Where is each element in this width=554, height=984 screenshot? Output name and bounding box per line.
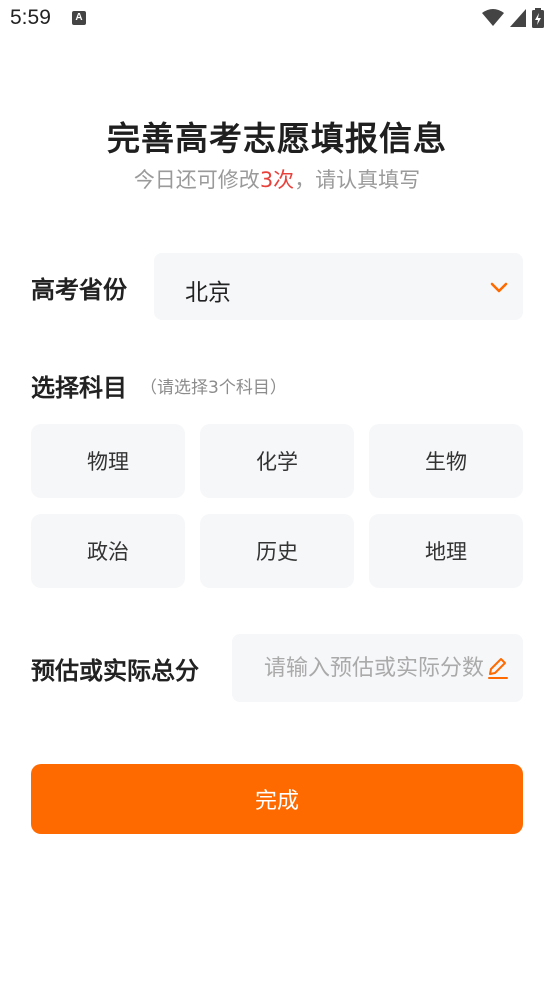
score-field	[232, 634, 523, 702]
page-subtitle: 今日还可修改3次，请认真填写	[0, 164, 554, 194]
subject-hint: （请选择3个科目）	[140, 378, 287, 398]
subject-label: 选择科目	[31, 374, 127, 402]
wifi-icon	[482, 9, 504, 26]
subject-biology-button[interactable]: 生物	[369, 424, 523, 498]
status-time: 5:59	[10, 6, 51, 29]
province-value: 北京	[185, 280, 231, 306]
chevron-down-icon	[490, 282, 508, 293]
signal-icon	[510, 9, 526, 27]
subject-history-button[interactable]: 历史	[200, 514, 354, 588]
province-label: 高考省份	[31, 276, 127, 304]
subject-physics-button[interactable]: 物理	[31, 424, 185, 498]
status-bar: 5:59 A	[0, 0, 554, 38]
subtitle-suffix: ，请认真填写	[294, 168, 421, 192]
subtitle-prefix: 今日还可修改	[133, 168, 260, 192]
remaining-count: 3次	[259, 168, 295, 192]
subject-chemistry-button[interactable]: 化学	[200, 424, 354, 498]
subject-politics-button[interactable]: 政治	[31, 514, 185, 588]
province-select[interactable]: 北京	[154, 253, 523, 320]
battery-charging-icon	[532, 8, 544, 28]
status-icons	[482, 8, 544, 28]
score-label: 预估或实际总分	[31, 657, 199, 685]
score-input[interactable]	[232, 634, 484, 702]
notification-app-icon: A	[72, 11, 86, 25]
subject-geography-button[interactable]: 地理	[369, 514, 523, 588]
submit-button[interactable]: 完成	[31, 764, 523, 834]
edit-icon	[488, 658, 508, 679]
page-title: 完善高考志愿填报信息	[107, 119, 447, 158]
